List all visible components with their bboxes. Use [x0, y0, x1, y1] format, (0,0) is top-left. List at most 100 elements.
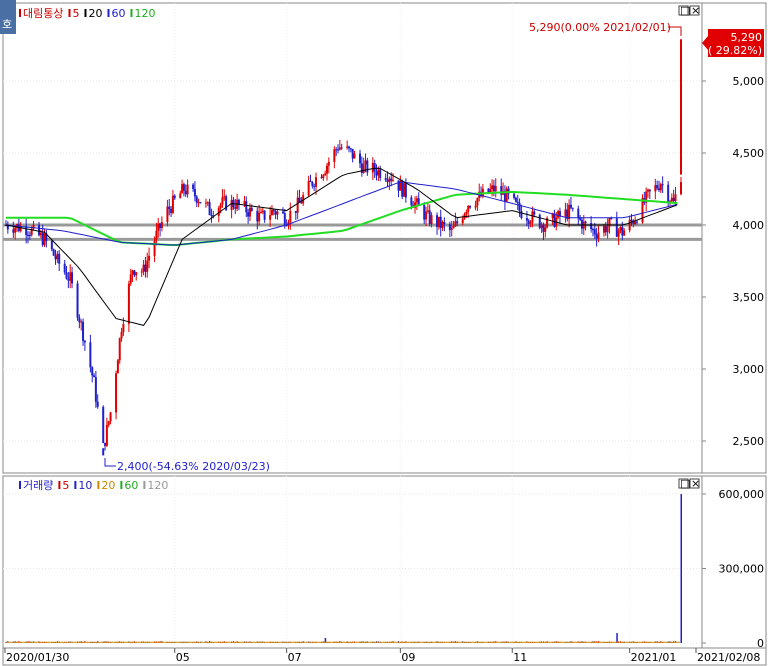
candle-body [263, 210, 266, 220]
candle-body [557, 211, 560, 218]
candle-body [56, 253, 59, 260]
candle-body [166, 206, 169, 223]
legend-swatch [97, 481, 100, 489]
candle-body [489, 188, 492, 193]
candle-body [120, 331, 123, 339]
candle-body [553, 213, 556, 227]
candle-body [525, 218, 528, 221]
candle-body [54, 255, 57, 260]
stock-chart: 5,000 4,500 4,000 3,500 3,000 2,500 600,000 30… [0, 0, 767, 666]
candle-body [192, 184, 195, 189]
legend-swatch [107, 9, 110, 17]
candle-body [531, 211, 534, 223]
candle-body [289, 210, 292, 223]
volume-legend-item: 거래량 [23, 479, 53, 492]
candle-body [615, 218, 618, 237]
candle-body [258, 212, 261, 222]
candle-body [371, 163, 374, 173]
candle-body [672, 197, 675, 202]
price-legend-item: 20 [88, 7, 102, 20]
candle-body [269, 215, 272, 220]
candle-body [580, 219, 583, 229]
price-tick-label: 2,500 [733, 435, 765, 448]
candle-body [184, 190, 187, 195]
candle-body [14, 227, 17, 233]
candle-body [333, 149, 336, 162]
candle-body [540, 224, 543, 228]
price-panel-close-button[interactable]: × [689, 4, 700, 17]
candle-body [140, 271, 143, 273]
candle-body [450, 228, 453, 231]
candle-body [388, 178, 391, 182]
candle-body [234, 206, 237, 209]
candle-body [544, 227, 547, 232]
candle-body [283, 213, 286, 225]
candle-body [259, 212, 262, 214]
price-tick-label: 4,000 [733, 219, 765, 232]
x-tick-label: 07 [288, 651, 302, 664]
candle-body [584, 221, 587, 223]
candle-body [105, 424, 108, 446]
candle-body [313, 185, 316, 187]
candle-body [591, 229, 594, 231]
candle-body [667, 184, 670, 202]
candle-body [527, 220, 530, 224]
candle-body [181, 184, 184, 194]
candle-body [335, 149, 338, 151]
candle-body [595, 234, 598, 239]
candle-body [443, 222, 446, 225]
candle-body [250, 207, 253, 211]
volume-panel-maximize-button[interactable]: □ [678, 477, 690, 490]
candle-body [28, 235, 31, 237]
candle-body [83, 340, 86, 343]
candle-body [219, 204, 222, 208]
candle-body [325, 165, 328, 174]
candle-body [590, 222, 593, 230]
candle-body [148, 255, 151, 261]
candle-body [157, 223, 160, 231]
volume-tick-label: 600,000 [719, 488, 765, 501]
candle-body [104, 442, 107, 446]
price-panel-maximize-button[interactable]: □ [678, 4, 690, 17]
candle-body [281, 211, 284, 214]
candle-body [351, 148, 354, 159]
legend-swatch [143, 481, 146, 489]
candle-body [118, 338, 121, 361]
price-axis-area [701, 2, 767, 474]
candle-body [58, 253, 61, 264]
candle-body [348, 146, 351, 149]
candle-body [657, 188, 660, 191]
candle-body [52, 249, 55, 256]
candle-body [171, 195, 174, 213]
current-price: 5,290 [731, 31, 763, 44]
candle-body [610, 218, 613, 220]
candle-body [476, 198, 479, 206]
candle-body [533, 211, 536, 215]
candle-body [69, 272, 72, 281]
candle-body [654, 185, 657, 192]
candle-body [377, 169, 380, 176]
candle-body [461, 218, 464, 224]
x-tick-label: 11 [513, 651, 527, 664]
candle-body [270, 209, 273, 216]
candle-body [27, 235, 30, 237]
candle-body [107, 421, 110, 425]
candle-body [314, 177, 317, 187]
candle-body [71, 272, 74, 284]
candle-body [324, 173, 327, 176]
candle-body [593, 229, 596, 235]
candle-body [392, 180, 395, 182]
candle-body [168, 206, 171, 210]
candle-body [116, 360, 119, 374]
candle-body [272, 209, 275, 212]
volume-panel-close-button[interactable]: × [689, 477, 700, 490]
price-legend-item: 5 [72, 7, 79, 20]
candle-body [500, 186, 503, 195]
candle-body [454, 221, 457, 227]
candle-body [564, 209, 567, 217]
candle-body [635, 221, 638, 223]
candle-body [448, 224, 451, 231]
candle-body [491, 185, 494, 189]
candle-body [340, 147, 343, 149]
x-tick-label: 2021/01 [631, 651, 677, 664]
